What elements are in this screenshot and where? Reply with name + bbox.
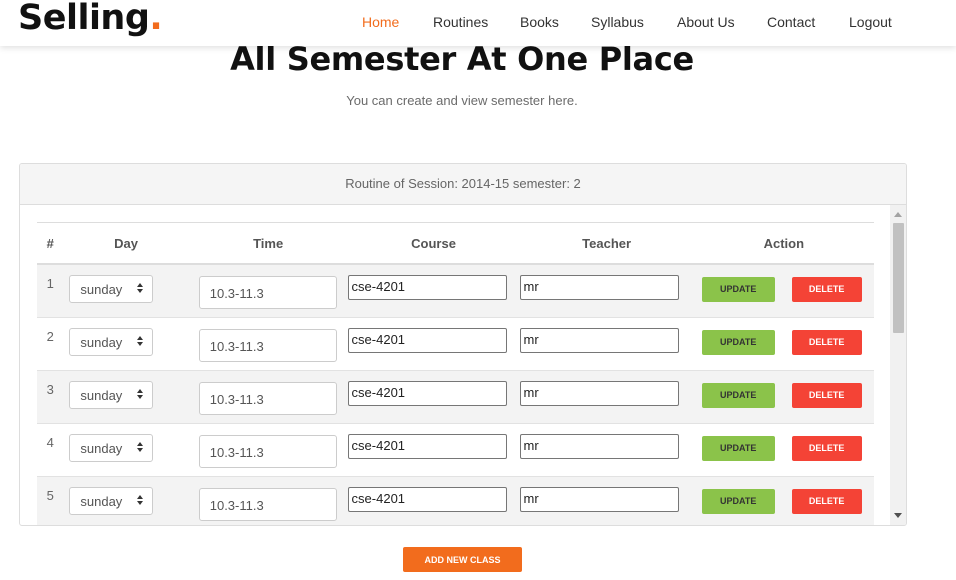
table-header-row: # Day Time Course Teacher Action [37, 222, 874, 265]
time-input[interactable]: 10.3-11.3 [198, 435, 337, 468]
teacher-input[interactable]: mr [519, 381, 679, 406]
col-header-time: Time [188, 222, 348, 265]
update-button[interactable]: UPDATE [701, 329, 775, 355]
select-caret-icon [137, 495, 144, 507]
course-input[interactable]: cse-4201 [347, 328, 507, 353]
day-select-value: sunday [80, 441, 123, 456]
delete-button[interactable]: DELETE [791, 488, 862, 514]
delete-button[interactable]: DELETE [791, 276, 862, 302]
scroll-down-arrow-icon[interactable] [894, 513, 902, 518]
teacher-input[interactable]: mr [519, 487, 679, 513]
nav-books[interactable]: Books [520, 14, 559, 30]
col-header-teacher: Teacher [519, 222, 694, 265]
time-input[interactable]: 10.3-11.3 [198, 382, 337, 415]
add-new-class-button[interactable]: ADD NEW CLASS [403, 547, 522, 572]
row-number: 4 [37, 422, 64, 476]
day-select-value: sunday [80, 335, 123, 350]
row-number: 2 [37, 316, 64, 370]
time-input[interactable]: 10.3-11.3 [198, 276, 337, 310]
nav-logout[interactable]: Logout [849, 14, 892, 30]
col-header-number: # [37, 222, 64, 265]
select-caret-icon [137, 283, 144, 295]
table-scrollbar[interactable] [890, 205, 906, 525]
table-row: 4 sunday 10.3-11.3 cse-4201 mr UPDATE DEL… [37, 422, 874, 476]
course-input[interactable]: cse-4201 [347, 275, 507, 301]
course-input[interactable]: cse-4201 [347, 381, 507, 406]
top-header: Selling. Home Routines Books Syllabus Ab… [0, 0, 956, 46]
nav-contact[interactable]: Contact [767, 14, 815, 30]
time-input[interactable]: 10.3-11.3 [198, 329, 337, 362]
col-header-action: Action [693, 222, 874, 265]
update-button[interactable]: UPDATE [701, 382, 775, 408]
page-subtitle: You can create and view semester here. [346, 93, 578, 108]
course-input[interactable]: cse-4201 [347, 434, 507, 459]
panel-body: # Day Time Course Teacher Action 1 sunda… [20, 205, 906, 525]
teacher-input[interactable]: mr [519, 328, 679, 353]
teacher-input[interactable]: mr [519, 275, 679, 301]
col-header-day: Day [63, 222, 189, 265]
teacher-input[interactable]: mr [519, 434, 679, 459]
select-caret-icon [137, 336, 144, 348]
delete-button[interactable]: DELETE [791, 435, 862, 461]
panel-heading: Routine of Session: 2014-15 semester: 2 [20, 164, 906, 205]
row-number: 5 [37, 475, 64, 525]
day-select[interactable]: sunday [69, 328, 154, 356]
main-nav: Home Routines Books Syllabus About Us Co… [0, 14, 956, 34]
nav-home[interactable]: Home [362, 14, 399, 30]
day-select[interactable]: sunday [69, 487, 154, 516]
routine-panel: Routine of Session: 2014-15 semester: 2 … [19, 163, 907, 526]
select-caret-icon [137, 442, 144, 454]
update-button[interactable]: UPDATE [701, 276, 775, 302]
update-button[interactable]: UPDATE [701, 435, 775, 461]
delete-button[interactable]: DELETE [791, 329, 862, 355]
update-button[interactable]: UPDATE [701, 488, 775, 514]
day-select-value: sunday [80, 494, 123, 510]
routine-table: # Day Time Course Teacher Action 1 sunda… [37, 222, 874, 525]
table-row: 5 sunday 10.3-11.3 cse-4201 mr UPDATE DEL… [37, 475, 874, 525]
course-input[interactable]: cse-4201 [347, 487, 507, 513]
day-select-value: sunday [80, 388, 123, 403]
col-header-course: Course [347, 222, 520, 265]
nav-about-us[interactable]: About Us [677, 14, 735, 30]
nav-routines[interactable]: Routines [433, 14, 488, 30]
nav-syllabus[interactable]: Syllabus [591, 14, 644, 30]
table-row: 2 sunday 10.3-11.3 cse-4201 mr UPDATE DEL… [37, 316, 874, 370]
select-caret-icon [137, 389, 144, 401]
table-row: 1 sunday 10.3-11.3 cse-4201 mr UPDATE DEL… [37, 263, 874, 317]
table-row: 3 sunday 10.3-11.3 cse-4201 mr UPDATE DEL… [37, 369, 874, 423]
time-input[interactable]: 10.3-11.3 [198, 488, 337, 522]
day-select[interactable]: sunday [69, 275, 154, 304]
delete-button[interactable]: DELETE [791, 382, 862, 408]
day-select[interactable]: sunday [69, 434, 154, 462]
day-select[interactable]: sunday [69, 381, 154, 409]
day-select-value: sunday [80, 282, 123, 298]
scrollbar-thumb[interactable] [893, 223, 904, 333]
row-number: 3 [37, 369, 64, 423]
scroll-up-arrow-icon[interactable] [894, 212, 902, 217]
row-number: 1 [37, 263, 64, 317]
